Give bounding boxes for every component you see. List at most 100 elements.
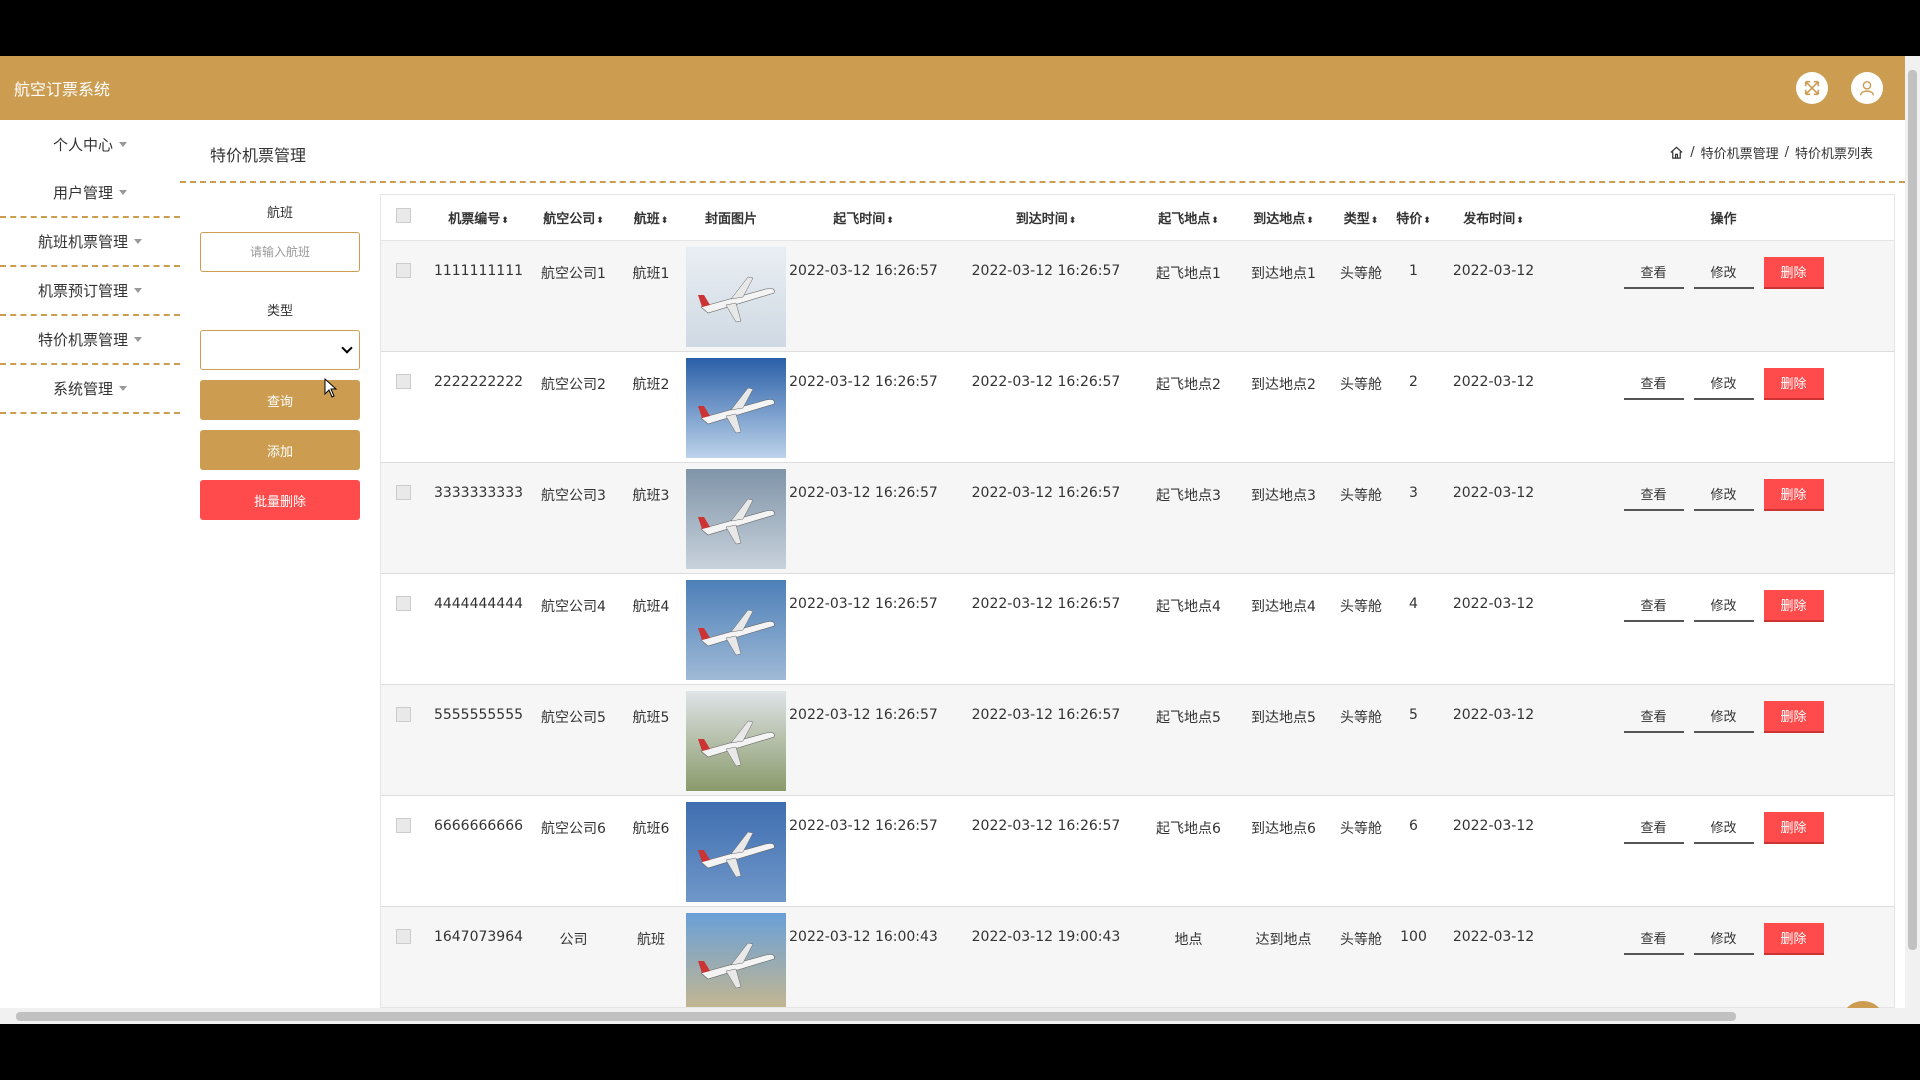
cell-airline: 航空公司5 — [531, 684, 616, 796]
row-checkbox[interactable] — [396, 817, 411, 833]
vertical-scrollbar[interactable] — [1905, 56, 1920, 1024]
cell-ticket-no: 3333333333 — [426, 462, 531, 574]
delete-button[interactable]: 删除 — [1763, 367, 1824, 400]
view-button[interactable]: 查看 — [1623, 812, 1684, 844]
horizontal-scrollbar-thumb[interactable] — [16, 1012, 1736, 1021]
view-button[interactable]: 查看 — [1623, 368, 1684, 400]
cell-cover — [686, 573, 786, 685]
row-checkbox[interactable] — [396, 373, 411, 389]
delete-button[interactable]: 删除 — [1763, 700, 1824, 733]
sidebar-item-flight-ticket-management[interactable]: 航班机票管理 — [0, 218, 180, 267]
col-header-arrive[interactable]: 到达时间⬍ — [951, 195, 1141, 241]
col-header-depart[interactable]: 起飞时间⬍ — [776, 195, 951, 241]
col-header-ticket-no[interactable]: 机票编号⬍ — [426, 195, 531, 241]
edit-button[interactable]: 修改 — [1693, 479, 1754, 511]
row-checkbox[interactable] — [396, 262, 411, 278]
cell-type: 头等舱 — [1331, 240, 1391, 352]
chevron-down-icon — [341, 342, 353, 354]
sort-icon: ⬍ — [1370, 215, 1379, 226]
app-window: 航空订票系统 个人中心 用户管理 航班机票管理 机票预订管理 特价机票管理 系统… — [0, 56, 1905, 1024]
airplane-image — [686, 468, 786, 569]
edit-button[interactable]: 修改 — [1693, 701, 1754, 733]
add-button[interactable]: 添加 — [200, 430, 360, 470]
cell-price: 5 — [1391, 684, 1436, 796]
breadcrumb-item-section[interactable]: 特价机票管理 — [1701, 143, 1779, 162]
cell-published: 2022-03-12 — [1436, 684, 1551, 796]
view-button[interactable]: 查看 — [1623, 701, 1684, 733]
col-header-to[interactable]: 到达地点⬍ — [1236, 195, 1331, 241]
edit-button[interactable]: 修改 — [1693, 812, 1754, 844]
cell-ticket-no: 6666666666 — [426, 795, 531, 907]
caret-down-icon — [134, 239, 142, 244]
row-checkbox[interactable] — [396, 706, 411, 722]
row-checkbox[interactable] — [396, 484, 411, 500]
row-checkbox[interactable] — [396, 928, 411, 944]
cell-airline: 航空公司6 — [531, 795, 616, 907]
cell-depart-time: 2022-03-12 16:00:43 — [776, 906, 951, 1007]
delete-button[interactable]: 删除 — [1763, 478, 1824, 511]
sidebar-item-special-ticket-management[interactable]: 特价机票管理 — [0, 316, 180, 365]
view-button[interactable]: 查看 — [1623, 257, 1684, 289]
view-button[interactable]: 查看 — [1623, 479, 1684, 511]
batch-delete-button[interactable]: 批量删除 — [200, 480, 360, 520]
cell-flight: 航班5 — [616, 684, 686, 796]
col-header-price[interactable]: 特价⬍ — [1391, 195, 1436, 241]
delete-button[interactable]: 删除 — [1763, 256, 1824, 289]
cell-actions: 查看 修改 删除 — [1551, 573, 1894, 685]
delete-button[interactable]: 删除 — [1763, 811, 1824, 844]
fullscreen-button[interactable] — [1796, 72, 1828, 104]
table-row: 1647073964 公司 航班 2022-03-12 16:00:43 2022-03… — [381, 906, 1894, 1007]
col-header-airline[interactable]: 航空公司⬍ — [531, 195, 616, 241]
view-button[interactable]: 查看 — [1623, 923, 1684, 955]
cell-depart-time: 2022-03-12 16:26:57 — [776, 684, 951, 796]
breadcrumb-item-current: 特价机票列表 — [1794, 147, 1873, 162]
edit-button[interactable]: 修改 — [1693, 368, 1754, 400]
cover-image[interactable] — [686, 357, 786, 458]
horizontal-scrollbar[interactable] — [0, 1008, 1905, 1024]
sidebar-item-personal-center[interactable]: 个人中心 — [0, 120, 180, 169]
cell-to: 到达地点2 — [1236, 351, 1331, 463]
col-header-flight[interactable]: 航班⬍ — [616, 195, 686, 241]
cover-image[interactable] — [686, 801, 786, 902]
cell-to: 到达地点3 — [1236, 462, 1331, 574]
cell-actions: 查看 修改 删除 — [1551, 351, 1894, 463]
edit-button[interactable]: 修改 — [1693, 590, 1754, 622]
col-header-published[interactable]: 发布时间⬍ — [1436, 195, 1551, 241]
edit-button[interactable]: 修改 — [1693, 923, 1754, 955]
cell-ticket-no: 2222222222 — [426, 351, 531, 463]
delete-button[interactable]: 删除 — [1763, 922, 1824, 955]
cell-ticket-no: 4444444444 — [426, 573, 531, 685]
home-icon[interactable] — [1669, 145, 1684, 160]
cover-image[interactable] — [686, 246, 786, 347]
user-avatar-button[interactable] — [1851, 72, 1883, 104]
search-panel: 航班 请输入航班 类型 查询 添加 批量删除 — [200, 196, 360, 520]
vertical-scrollbar-thumb[interactable] — [1908, 70, 1917, 950]
breadcrumb-separator: / — [1690, 145, 1695, 160]
cover-image[interactable] — [686, 579, 786, 680]
select-all-checkbox[interactable] — [396, 207, 411, 223]
cover-image[interactable] — [686, 912, 786, 1007]
sidebar-item-booking-management[interactable]: 机票预订管理 — [0, 267, 180, 316]
cell-type: 头等舱 — [1331, 684, 1391, 796]
cell-from: 起飞地点4 — [1141, 573, 1236, 685]
row-select-cell — [381, 351, 426, 463]
cover-image[interactable] — [686, 690, 786, 791]
edit-button[interactable]: 修改 — [1693, 257, 1754, 289]
view-button[interactable]: 查看 — [1623, 590, 1684, 622]
cell-published: 2022-03-12 — [1436, 240, 1551, 352]
sort-icon: ⬍ — [1211, 215, 1219, 226]
col-header-from[interactable]: 起飞地点⬍ — [1141, 195, 1236, 241]
cell-airline: 公司 — [531, 906, 616, 1007]
cell-actions: 查看 修改 删除 — [1551, 906, 1894, 1007]
flight-search-input[interactable]: 请输入航班 — [200, 232, 360, 272]
cover-image[interactable] — [686, 468, 786, 569]
sidebar-item-system-management[interactable]: 系统管理 — [0, 365, 180, 414]
row-checkbox[interactable] — [396, 595, 411, 611]
table-row: 5555555555 航空公司5 航班5 2022-03-12 16:26:57 202… — [381, 684, 1894, 796]
sidebar-item-user-management[interactable]: 用户管理 — [0, 169, 180, 218]
cell-airline: 航空公司3 — [531, 462, 616, 574]
cell-arrive-time: 2022-03-12 16:26:57 — [951, 462, 1141, 574]
type-select[interactable] — [200, 330, 360, 370]
col-header-type[interactable]: 类型⬍ — [1331, 195, 1391, 241]
delete-button[interactable]: 删除 — [1763, 589, 1824, 622]
